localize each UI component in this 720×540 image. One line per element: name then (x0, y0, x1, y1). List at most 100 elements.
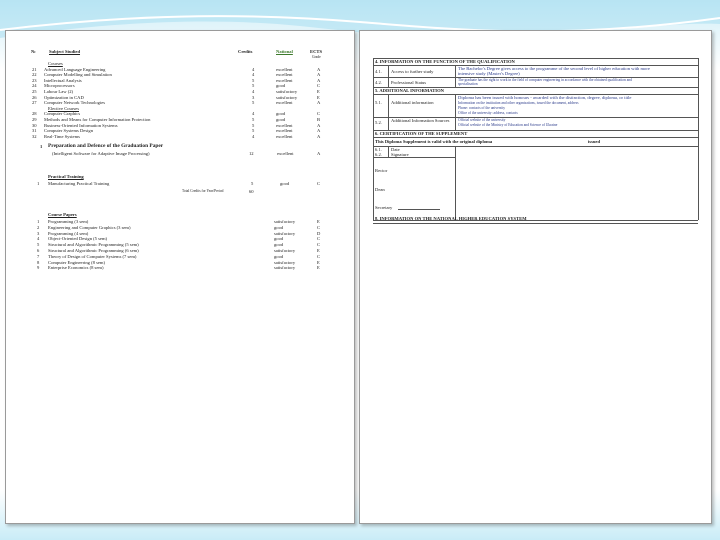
coursepaper-name: Structural and Algorithmic Programming (… (48, 248, 139, 253)
col-header-no: № (31, 49, 36, 54)
coursepaper-no: 5 (37, 242, 40, 248)
section-5-heading: 5. ADDITIONAL INFORMATION (375, 88, 444, 93)
thesis-grade: excellent (277, 151, 294, 156)
course-ects: A (317, 66, 321, 72)
course-name: Intellectual Analysis (44, 77, 82, 83)
document-page-right: 4. INFORMATION ON THE FUNCTION OF THE QU… (359, 30, 712, 524)
s4-2-label: Professional Status (391, 80, 427, 85)
thesis-credits: 12 (249, 151, 254, 156)
col-header-national: National (276, 49, 293, 54)
course-name: Microprocessors (44, 83, 75, 89)
coursepaper-name: Computer Engineering (8 sem) (48, 259, 106, 265)
practical-heading: Practical Training (48, 174, 84, 179)
s6-validity-text: This Diploma Supplement is valid with th… (375, 139, 493, 144)
course-credits: 5 (252, 100, 255, 106)
course-group-heading: Elective Courses (48, 105, 79, 111)
coursepaper-name: Engineering and Computer Graphics (3 sem… (48, 224, 131, 230)
course-name: Computer Graphics (44, 111, 81, 117)
course-credits: 4 (252, 111, 255, 117)
course-credits: 5 (252, 83, 255, 89)
total-credits-value: 60 (249, 189, 254, 194)
course-credits: 5 (252, 122, 255, 128)
coursepaper-grade: satisfactory (274, 265, 296, 271)
course-no: 28 (32, 111, 37, 117)
signature-line (398, 209, 440, 210)
course-credits: 5 (252, 117, 255, 122)
s4-2-num: 4.2. (375, 80, 382, 85)
course-credits: 4 (252, 72, 255, 78)
course-ects: A (317, 77, 321, 83)
coursepaper-no: 1 (37, 219, 40, 224)
section-8-heading: 8. INFORMATION ON THE NATIONAL HIGHER ED… (375, 216, 527, 221)
coursepaper-ects: E (317, 265, 320, 271)
coursepaper-ects: C (317, 253, 321, 259)
coursepaper-grade: satisfactory (274, 259, 296, 265)
coursepaper-grade: good (274, 224, 284, 230)
course-no: 23 (32, 77, 37, 83)
course-credits: 3 (252, 94, 255, 100)
coursepaper-ects: C (317, 236, 321, 242)
practical-name: Manufacturing Practical Training (48, 181, 110, 186)
s6-validity-issued: issued (588, 139, 601, 144)
course-ects: C (317, 111, 321, 117)
course-grade: excellent (276, 128, 293, 134)
course-no: 26 (32, 94, 37, 100)
practical-credits: 5 (251, 181, 254, 186)
coursepaper-grade: satisfactory (274, 230, 296, 236)
course-grade: excellent (276, 133, 293, 139)
s5-1-text4: Office of the university: address, conta… (458, 111, 518, 115)
s5-2-label: Additional Information Sources (391, 118, 450, 123)
coursepaper-name: Object-Oriented Design (5 sem) (48, 236, 108, 242)
s4-1-num: 4.1. (375, 69, 382, 74)
coursepaper-no: 3 (37, 230, 40, 236)
course-name: Methods and Means for Computer Informati… (44, 117, 151, 122)
coursepaper-no: 6 (37, 248, 40, 253)
s5-1-label: Additional information (391, 100, 434, 105)
course-grade: good (276, 83, 286, 89)
course-grade: excellent (276, 66, 293, 72)
course-grade: satisfactory (276, 89, 298, 94)
course-no: 31 (32, 128, 37, 134)
course-ects: B (317, 117, 321, 122)
course-name: Computer Systems Design (44, 128, 93, 134)
coursepaper-grade: good (274, 253, 284, 259)
coursepaper-grade: satisfactory (274, 248, 296, 253)
course-ects: A (317, 133, 321, 139)
course-no: 25 (32, 89, 37, 94)
col-header-subjects: Subject Studied (49, 49, 81, 54)
col-divider (455, 65, 456, 87)
course-no: 27 (32, 100, 37, 106)
coursepaper-name: Programming (3 sem) (48, 219, 89, 224)
course-name: Computer Network Technologies (44, 100, 106, 106)
coursepaper-no: 2 (37, 224, 40, 230)
coursepaper-ects: E (317, 259, 320, 265)
coursepapers-heading: Course Papers (48, 212, 77, 217)
thesis-no: 1 (40, 144, 43, 149)
col-header-ects: ECTS (310, 49, 323, 54)
course-grade: good (276, 111, 286, 117)
coursepaper-name: Theory of Design of Computer Systems (7 … (48, 253, 137, 259)
course-ects: C (317, 83, 321, 89)
course-ects: A (317, 100, 321, 106)
col-divider (455, 94, 456, 130)
course-name: Business-Oriented Information Systems (44, 122, 118, 128)
course-credits: 5 (252, 128, 255, 134)
course-credits: 4 (252, 133, 255, 139)
thesis-ects: A (317, 151, 321, 156)
course-ects: E (317, 94, 320, 100)
course-ects: E (317, 89, 320, 94)
total-credits-label: Total Credits for Year/Period (182, 189, 224, 193)
course-credits: 4 (252, 89, 255, 94)
course-no: 30 (32, 122, 37, 128)
s5-2-text2: Official website of the Ministry of Educ… (458, 123, 558, 127)
section-6-heading: 6. CERTIFICATION OF THE SUPPLEMENT (375, 131, 468, 136)
row-divider (373, 146, 698, 147)
course-grade: excellent (276, 122, 293, 128)
course-name: Computer Modelling and Simulation (44, 72, 112, 78)
course-no: 21 (32, 66, 37, 72)
section-8-rule (373, 223, 698, 224)
coursepaper-ects: E (317, 248, 320, 253)
s5-1-text1: Diploma has been issued with honours - a… (458, 95, 632, 100)
thesis-title: Preparation and Defence of the Graduatio… (48, 143, 164, 149)
course-name: Optimization in CAD (44, 94, 84, 100)
